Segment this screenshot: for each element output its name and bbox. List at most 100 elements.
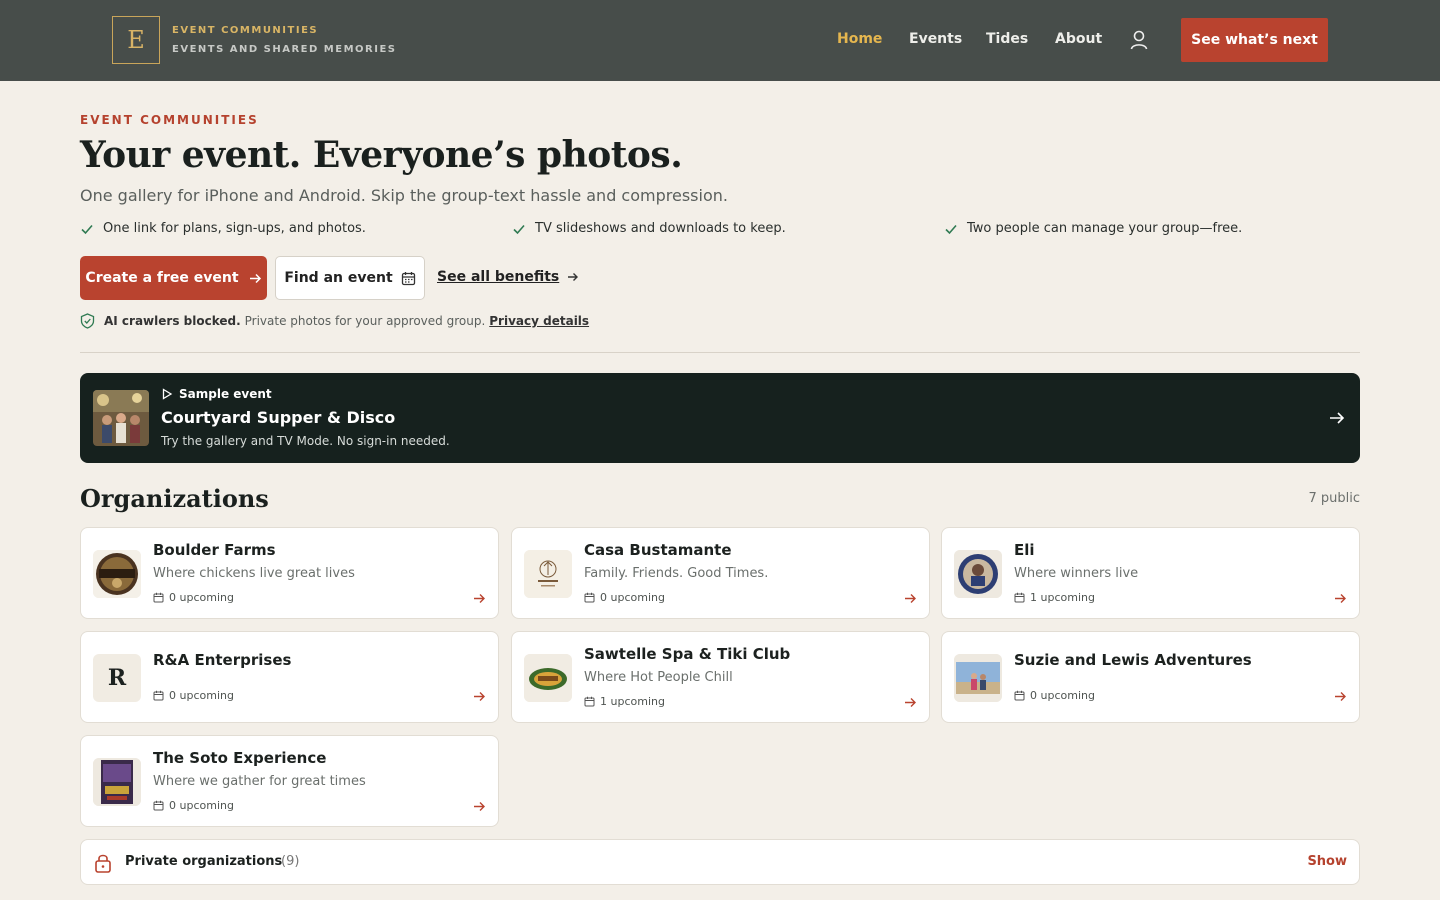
user-account-icon[interactable] [1130, 30, 1148, 50]
benefit-text: One link for plans, sign-ups, and photos… [103, 221, 366, 236]
nav-events[interactable]: Events [909, 31, 962, 47]
org-upcoming: 1 upcoming [584, 695, 665, 708]
shield-check-icon [80, 313, 95, 329]
private-organizations-count: (9) [281, 854, 300, 869]
calendar-icon [153, 592, 164, 603]
org-upcoming-count: 0 upcoming [169, 591, 234, 604]
org-logo [954, 550, 1002, 598]
find-event-label: Find an event [284, 270, 393, 286]
arrow-right-icon [474, 692, 485, 701]
public-organizations-count: 7 public [1308, 491, 1360, 506]
play-icon [162, 388, 173, 400]
private-organizations-row[interactable]: Private organizations (9) Show [80, 839, 1360, 885]
org-upcoming-count: 0 upcoming [1030, 689, 1095, 702]
org-tagline: Family. Friends. Good Times. [584, 566, 769, 581]
org-upcoming: 0 upcoming [153, 591, 234, 604]
find-event-button[interactable]: Find an event [275, 256, 425, 300]
org-name: Boulder Farms [153, 541, 276, 559]
see-all-benefits-label: See all benefits [437, 269, 560, 285]
create-free-event-button[interactable]: Create a free event [80, 256, 267, 300]
private-organizations-label: Private organizations [125, 854, 283, 869]
org-upcoming-count: 1 upcoming [600, 695, 665, 708]
org-upcoming-count: 0 upcoming [600, 591, 665, 604]
org-upcoming: 1 upcoming [1014, 591, 1095, 604]
arrow-right-icon [1335, 692, 1346, 701]
org-tagline: Where winners live [1014, 566, 1139, 581]
brand-tagline: EVENTS AND SHARED MEMORIES [172, 44, 397, 55]
org-logo [524, 550, 572, 598]
org-card-ra-enterprises[interactable]: R R&A Enterprises 0 upcoming [80, 631, 499, 723]
hero-subtitle: One gallery for iPhone and Android. Skip… [80, 186, 728, 205]
org-name: Suzie and Lewis Adventures [1014, 651, 1252, 669]
benefit-text: TV slideshows and downloads to keep. [535, 221, 786, 236]
calendar-icon [1014, 592, 1025, 603]
arrow-right-icon [474, 802, 485, 811]
sample-event-tag-label: Sample event [179, 387, 272, 401]
org-upcoming-count: 1 upcoming [1030, 591, 1095, 604]
org-card-suzie-lewis[interactable]: Suzie and Lewis Adventures 0 upcoming [941, 631, 1360, 723]
benefit-text: Two people can manage your group—free. [967, 221, 1243, 236]
calendar-icon [401, 271, 415, 285]
org-tagline: Where we gather for great times [153, 774, 366, 789]
hero-title: Your event. Everyone’s photos. [80, 134, 683, 176]
check-icon [513, 224, 525, 234]
org-logo [93, 758, 141, 806]
sample-event-title: Courtyard Supper & Disco [161, 408, 396, 427]
arrow-right-icon [905, 698, 916, 707]
org-logo [93, 550, 141, 598]
arrow-right-icon [905, 594, 916, 603]
calendar-icon [153, 690, 164, 701]
privacy-note: AI crawlers blocked. Private photos for … [80, 313, 589, 329]
org-name: The Soto Experience [153, 749, 327, 767]
see-all-benefits-link[interactable]: See all benefits [437, 269, 579, 285]
check-icon [81, 224, 93, 234]
sample-event-banner[interactable]: Sample event Courtyard Supper & Disco Tr… [80, 373, 1360, 463]
sample-event-tag: Sample event [161, 387, 272, 401]
org-upcoming: 0 upcoming [1014, 689, 1095, 702]
see-whats-next-button[interactable]: See what’s next [1181, 18, 1328, 62]
calendar-icon [1014, 690, 1025, 701]
org-card-casa-bustamante[interactable]: Casa Bustamante Family. Friends. Good Ti… [511, 527, 930, 619]
section-divider [80, 352, 1360, 353]
org-logo [524, 654, 572, 702]
benefit-item: TV slideshows and downloads to keep. [512, 221, 786, 236]
org-upcoming-count: 0 upcoming [169, 799, 234, 812]
org-name: Casa Bustamante [584, 541, 732, 559]
org-upcoming-count: 0 upcoming [169, 689, 234, 702]
logo-mark[interactable]: E [112, 16, 160, 64]
top-navigation-bar: E EVENT COMMUNITIES EVENTS AND SHARED ME… [0, 0, 1440, 81]
org-name: R&A Enterprises [153, 651, 292, 669]
sample-event-description: Try the gallery and TV Mode. No sign-in … [161, 434, 450, 448]
benefit-item: Two people can manage your group—free. [944, 221, 1242, 236]
benefit-item: One link for plans, sign-ups, and photos… [80, 221, 366, 236]
calendar-icon [584, 592, 595, 603]
org-card-eli[interactable]: Eli Where winners live 1 upcoming [941, 527, 1360, 619]
arrow-right-icon[interactable] [1328, 409, 1346, 427]
nav-tides[interactable]: Tides [986, 31, 1028, 47]
org-upcoming: 0 upcoming [584, 591, 665, 604]
org-upcoming: 0 upcoming [153, 799, 234, 812]
check-icon [945, 224, 957, 234]
arrow-right-icon [474, 594, 485, 603]
privacy-text: Private photos for your approved group. [244, 314, 486, 328]
org-card-soto-experience[interactable]: The Soto Experience Where we gather for … [80, 735, 499, 827]
brand-name[interactable]: EVENT COMMUNITIES [172, 25, 318, 36]
nav-home[interactable]: Home [837, 31, 882, 47]
create-free-event-label: Create a free event [85, 270, 239, 286]
privacy-bold-text: AI crawlers blocked. [104, 314, 241, 328]
arrow-right-icon [1335, 594, 1346, 603]
sample-event-thumbnail [93, 390, 149, 446]
privacy-details-link[interactable]: Privacy details [489, 314, 589, 328]
org-logo [954, 654, 1002, 702]
organizations-heading: Organizations [80, 484, 269, 513]
org-card-boulder-farms[interactable]: Boulder Farms Where chickens live great … [80, 527, 499, 619]
org-card-sawtelle-spa[interactable]: Sawtelle Spa & Tiki Club Where Hot Peopl… [511, 631, 930, 723]
org-name: Sawtelle Spa & Tiki Club [584, 645, 791, 663]
calendar-icon [153, 800, 164, 811]
calendar-icon [584, 696, 595, 707]
show-private-button[interactable]: Show [1307, 854, 1347, 869]
org-tagline: Where chickens live great lives [153, 566, 355, 581]
org-tagline: Where Hot People Chill [584, 670, 733, 685]
nav-about[interactable]: About [1055, 31, 1102, 47]
org-name: Eli [1014, 541, 1035, 559]
